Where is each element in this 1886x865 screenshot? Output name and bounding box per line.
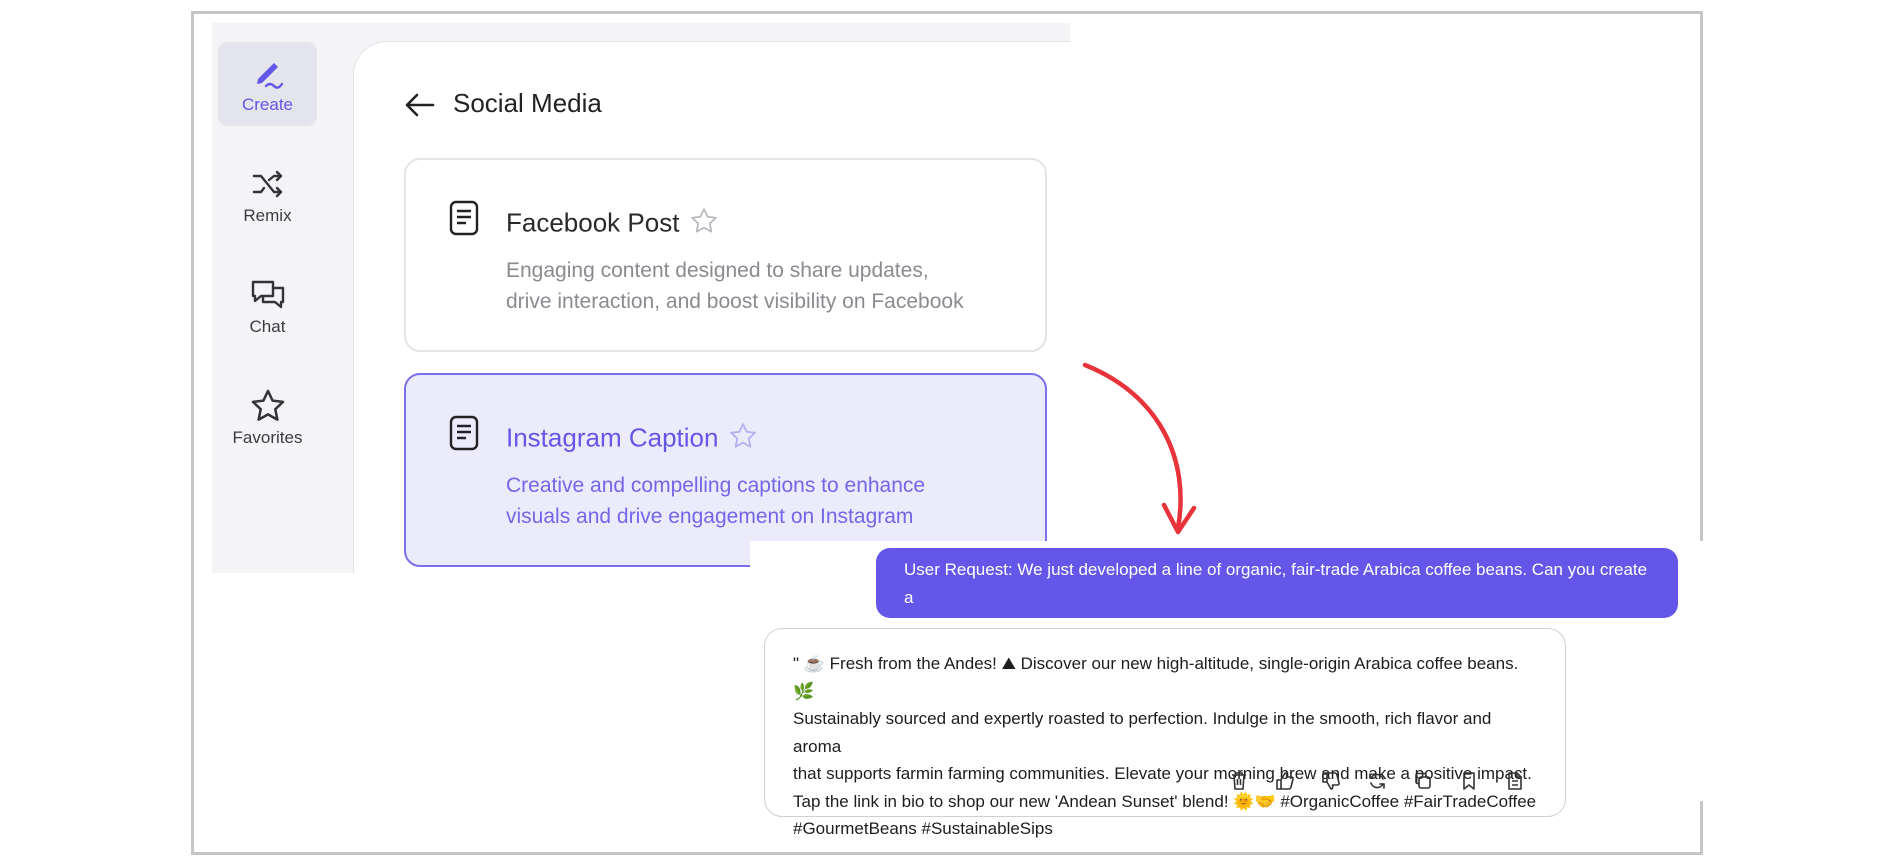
thumbs-up-icon[interactable] bbox=[1273, 769, 1297, 793]
trash-icon[interactable] bbox=[1227, 769, 1251, 793]
arrow-left-icon[interactable] bbox=[403, 90, 437, 125]
sidebar-item-favorites[interactable]: Favorites bbox=[218, 375, 317, 459]
copy-icon[interactable] bbox=[1411, 769, 1435, 793]
sidebar-item-chat[interactable]: Chat bbox=[218, 264, 317, 348]
response-card: " ☕ Fresh from the Andes! ⛰ Discover our… bbox=[764, 628, 1566, 838]
curved-arrow-icon bbox=[1082, 362, 1197, 535]
card-title: Facebook Post bbox=[506, 206, 719, 243]
refresh-icon[interactable] bbox=[1365, 769, 1389, 793]
user-request-bubble: User Request: We just developed a line o… bbox=[876, 548, 1678, 635]
card-title: Instagram Caption bbox=[506, 421, 758, 458]
sidebar-item-create[interactable]: Create bbox=[218, 42, 317, 126]
document-icon bbox=[448, 415, 480, 456]
chat-icon bbox=[248, 275, 288, 315]
document-icon[interactable] bbox=[1503, 769, 1527, 793]
sidebar-item-label: Create bbox=[241, 95, 294, 114]
sidebar-item-label: Favorites bbox=[232, 428, 303, 447]
pen-icon bbox=[248, 53, 288, 93]
card-description: Engaging content designed to share updat… bbox=[506, 259, 964, 313]
template-card-facebook-post[interactable]: Facebook Post Engaging content designed … bbox=[404, 158, 1047, 352]
sidebar-item-label: Chat bbox=[249, 317, 286, 336]
sidebar-item-remix[interactable]: Remix bbox=[218, 153, 317, 237]
page-title: Social Media bbox=[453, 88, 602, 118]
document-icon bbox=[448, 200, 480, 241]
sidebar-item-label: Remix bbox=[243, 206, 292, 225]
shuffle-icon bbox=[248, 164, 288, 204]
thumbs-down-icon[interactable] bbox=[1319, 769, 1343, 793]
response-text: " ☕ Fresh from the Andes! ⛰ Discover our… bbox=[793, 654, 1537, 838]
star-icon[interactable] bbox=[728, 421, 758, 458]
response-actions bbox=[1227, 769, 1527, 793]
star-icon bbox=[248, 386, 288, 426]
card-description: Creative and compelling captions to enha… bbox=[506, 474, 926, 528]
template-card-instagram-caption[interactable]: Instagram Caption Creative and compellin… bbox=[404, 373, 1047, 567]
sidebar: Create Remix Chat Favorites bbox=[212, 23, 352, 573]
star-icon[interactable] bbox=[689, 206, 719, 243]
bookmark-icon[interactable] bbox=[1457, 769, 1481, 793]
